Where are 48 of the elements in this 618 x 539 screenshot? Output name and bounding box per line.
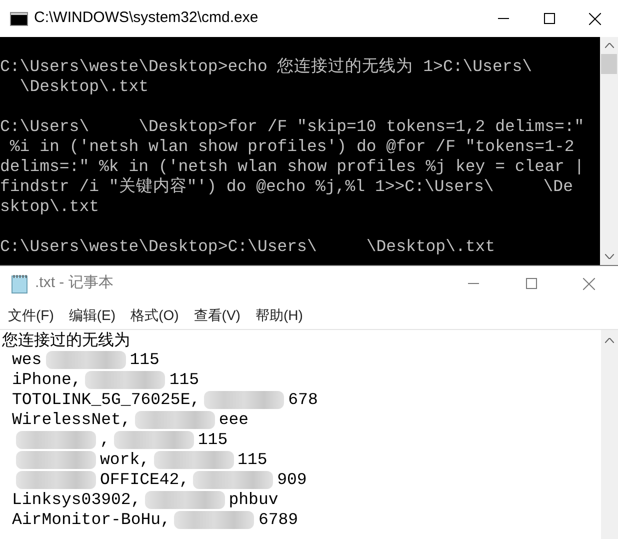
minimize-icon <box>498 18 508 20</box>
text-fragment: eee <box>218 410 249 430</box>
scroll-up-icon[interactable] <box>604 43 614 48</box>
text-fragment: 909 <box>277 470 307 490</box>
console-line: delims=:" %k in ('netsh wlan show profiles %j key = clear | <box>0 157 586 177</box>
console-line: C:\Users\ \Desktop>for /F "skip=10 tokens=1,2 delims=:" <box>0 117 586 137</box>
text-fragment: TOTOLINK_5G_76025E, <box>12 390 200 410</box>
console-line: C:\Users\weste\Desktop>C:\Users\ \Desktop\.txt <box>0 237 496 257</box>
console-line: \Desktop\.txt <box>18 77 150 97</box>
text-fragment: iPhone, <box>12 370 82 390</box>
text-fragment: WirelessNet, <box>12 410 131 430</box>
scroll-down-icon[interactable] <box>604 254 614 259</box>
notepad-icon <box>11 274 29 294</box>
menu-item[interactable]: 帮助(H) <box>255 304 303 326</box>
text-fragment: phbuv <box>228 490 278 510</box>
text-fragment: 115 <box>169 370 200 390</box>
text-fragment: 115 <box>238 450 268 470</box>
close-icon <box>583 278 595 290</box>
scroll-thumb[interactable] <box>601 54 617 74</box>
text-fragment: 6789 <box>258 510 298 530</box>
text-fragment: work, <box>100 450 150 470</box>
scroll-up-icon[interactable] <box>605 338 614 343</box>
text-fragment: , <box>100 430 110 450</box>
text-fragment: wes <box>12 350 42 370</box>
console-icon <box>10 12 28 26</box>
menu-item[interactable]: 编辑(E) <box>68 304 116 326</box>
close-icon <box>589 12 601 24</box>
window-title: C:\WINDOWS\system32\cmd.exe <box>34 8 258 28</box>
console-line: %i in ('netsh wlan show profiles') do @for /F "tokens=1-2 <box>8 137 576 157</box>
console-line: C:\Users\weste\Desktop>echo 您连接过的无线为 1>C:\Users\ <box>0 57 534 77</box>
menu-item[interactable]: 格式(O) <box>130 304 179 326</box>
text-fragment: OFFICE42, <box>100 470 190 490</box>
text-fragment: Linksys03902, <box>12 490 141 510</box>
scrollbar[interactable] <box>600 37 618 265</box>
text-fragment: 115 <box>130 350 160 370</box>
text-fragment: 115 <box>198 430 228 450</box>
text-fragment: 678 <box>288 390 318 410</box>
console-line: findstr /i "关键内容"') do @echo %j,%l 1>>C:\Users\ \De <box>0 177 574 197</box>
text-line: 您连接过的无线为 <box>1 330 131 350</box>
console-line: sktop\.txt <box>0 197 100 217</box>
menu-item[interactable]: 查看(V) <box>194 304 240 326</box>
window-title: .txt - 记事本 <box>35 273 114 294</box>
maximize-icon <box>526 278 536 289</box>
text-fragment: AirMonitor-BoHu, <box>12 510 170 530</box>
menu-item[interactable]: 文件(F) <box>8 304 54 326</box>
scrollbar[interactable] <box>601 330 618 539</box>
minimize-icon <box>468 282 478 284</box>
maximize-icon <box>544 13 554 24</box>
